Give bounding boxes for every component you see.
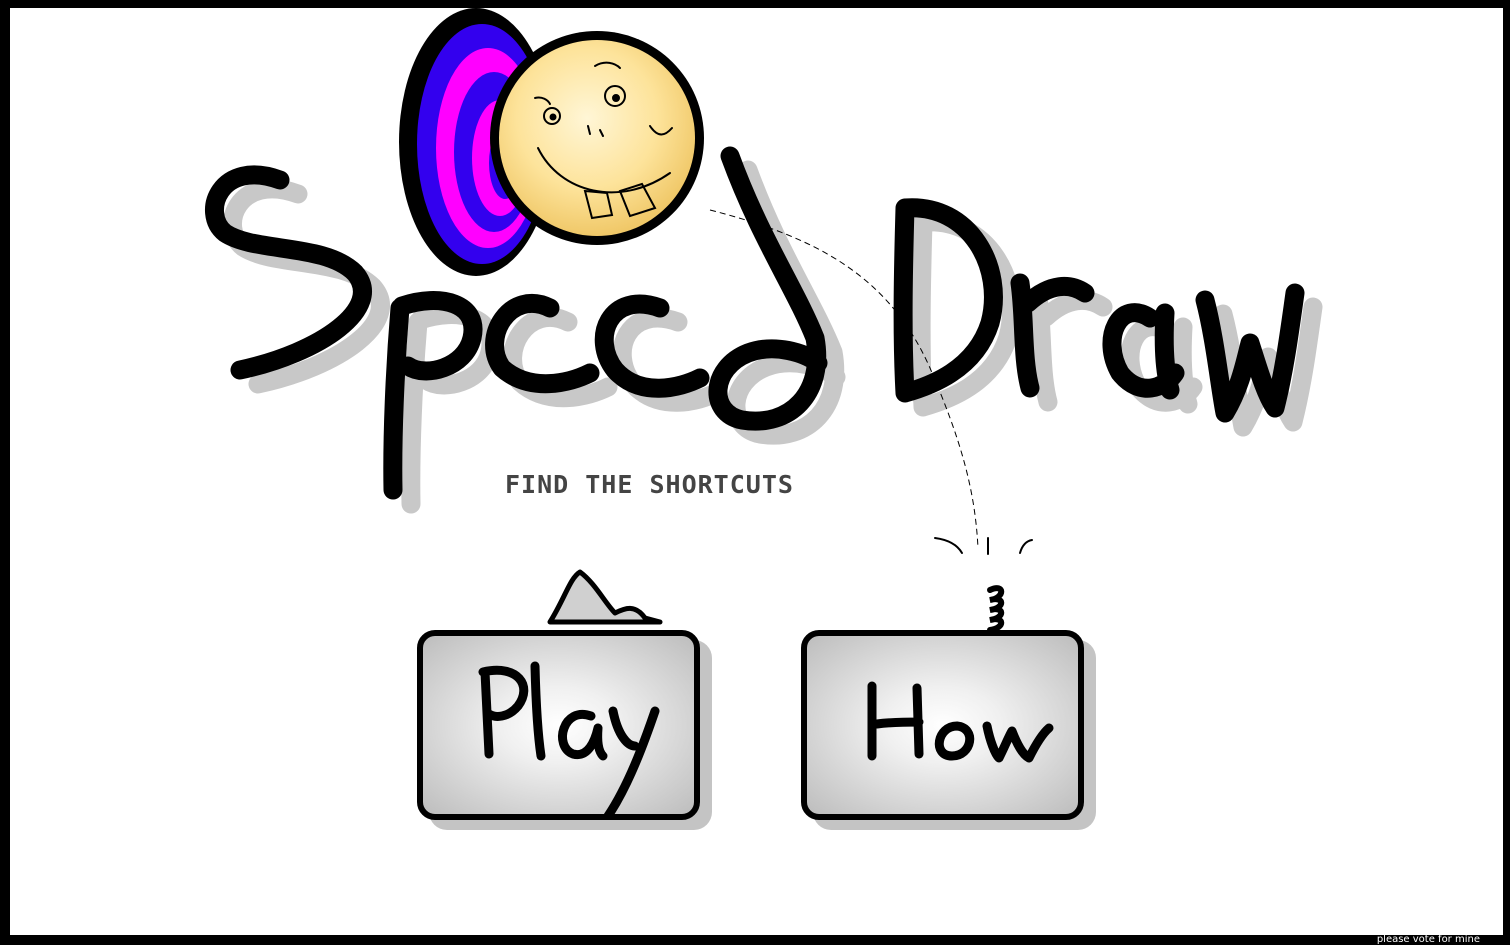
how-button[interactable]: How [801,630,1084,820]
smiley-face-icon [490,31,704,245]
play-handwritten-text [478,661,660,821]
how-handwritten-text [867,681,1054,763]
game-stage: Speed Draw [10,8,1503,935]
subtitle-text: FIND THE SHORTCUTS [505,470,794,499]
play-button[interactable]: Play [417,630,700,821]
shark-fin-icon [547,569,663,625]
spring-icon [987,585,1005,633]
impact-lines [934,537,1033,555]
